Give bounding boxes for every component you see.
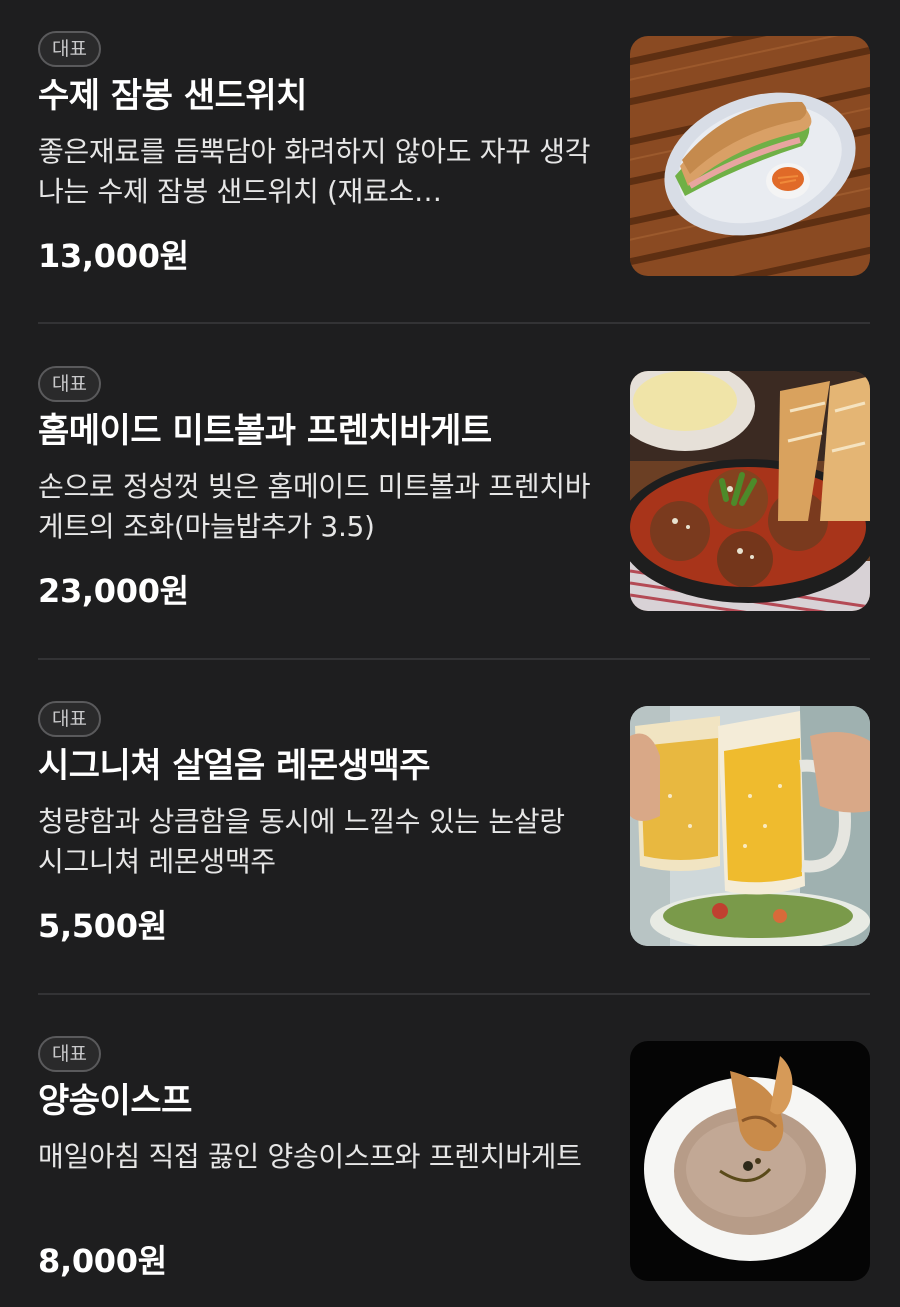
menu-item-description: 좋은재료를 듬뿍담아 화려하지 않아도 자꾸 생각나는 수제 잠봉 샌드위치 (… bbox=[38, 135, 591, 208]
menu-item-meatball[interactable]: 대표 홈메이드 미트볼과 프렌치바게트 손으로 정성껏 빚은 홈메이드 미트볼과… bbox=[38, 365, 870, 611]
meatball-photo[interactable] bbox=[630, 371, 870, 611]
menu-item-price: 8,000원 bbox=[38, 1242, 167, 1280]
divider bbox=[38, 658, 870, 660]
divider bbox=[38, 322, 870, 324]
divider bbox=[38, 993, 870, 995]
beer-photo[interactable] bbox=[630, 706, 870, 946]
signature-badge: 대표 bbox=[38, 366, 101, 402]
menu-item-sandwich[interactable]: 대표 수제 잠봉 샌드위치 좋은재료를 듬뿍담아 화려하지 않아도 자꾸 생각나… bbox=[38, 30, 870, 276]
menu-item-price: 5,500원 bbox=[38, 907, 167, 945]
sandwich-photo[interactable] bbox=[630, 36, 870, 276]
menu-item-name: 시그니쳐 살얼음 레몬생맥주 bbox=[38, 746, 431, 786]
menu-item-description: 매일아침 직접 끓인 양송이스프와 프렌치바게트 bbox=[38, 1140, 582, 1173]
menu-item-name: 홈메이드 미트볼과 프렌치바게트 bbox=[38, 411, 492, 451]
menu-list: 대표 수제 잠봉 샌드위치 좋은재료를 듬뿍담아 화려하지 않아도 자꾸 생각나… bbox=[0, 0, 900, 1307]
mushroom-soup-photo[interactable] bbox=[630, 1041, 870, 1281]
menu-item-description: 청량함과 상큼함을 동시에 느낄수 있는 논살랑 시그니쳐 레몬생맥주 bbox=[38, 805, 565, 878]
signature-badge: 대표 bbox=[38, 1036, 101, 1072]
signature-badge: 대표 bbox=[38, 701, 101, 737]
signature-badge: 대표 bbox=[38, 31, 101, 67]
menu-item-price: 13,000원 bbox=[38, 237, 189, 275]
menu-item-price: 23,000원 bbox=[38, 572, 189, 610]
menu-item-name: 수제 잠봉 샌드위치 bbox=[38, 76, 307, 116]
menu-item-description: 손으로 정성껏 빚은 홈메이드 미트볼과 프렌치바게트의 조화(마늘밥추가 3.… bbox=[38, 470, 591, 543]
menu-item-beer[interactable]: 대표 시그니쳐 살얼음 레몬생맥주 청량함과 상큼함을 동시에 느낄수 있는 논… bbox=[38, 700, 870, 946]
menu-item-mushroom-soup[interactable]: 대표 양송이스프 매일아침 직접 끓인 양송이스프와 프렌치바게트 8,000원 bbox=[38, 1035, 870, 1281]
menu-item-name: 양송이스프 bbox=[38, 1081, 192, 1121]
